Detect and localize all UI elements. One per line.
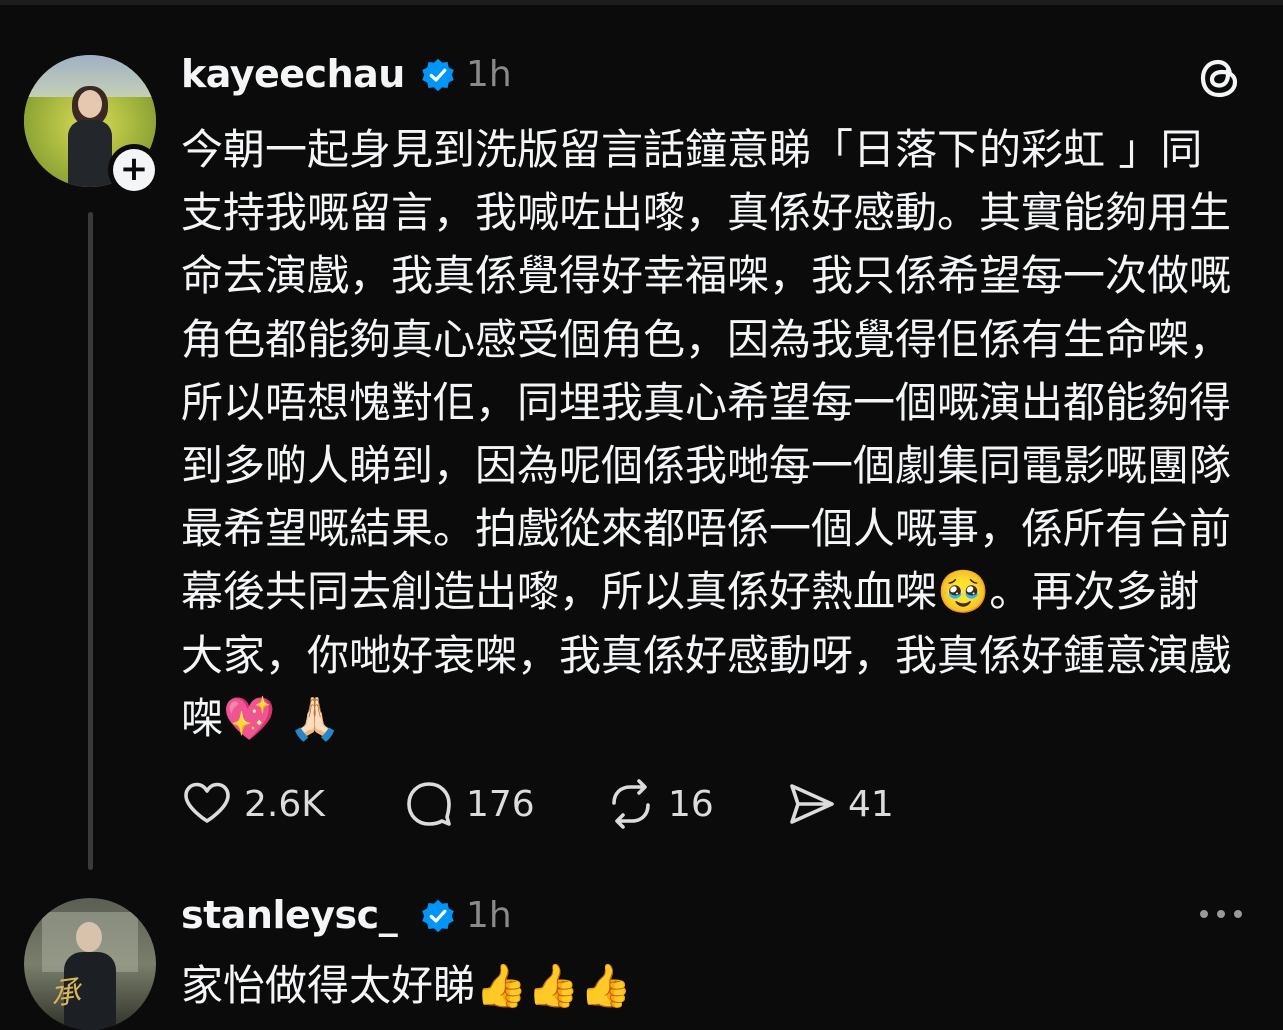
post-time: 1h xyxy=(466,54,512,95)
reply-button[interactable]: 176 xyxy=(402,776,535,832)
threads-logo-icon[interactable] xyxy=(1194,52,1246,104)
reply-time: 1h xyxy=(466,895,512,936)
like-count: 2.6K xyxy=(244,783,325,825)
avatar-signature: 承 xyxy=(48,974,83,1013)
post-body-text: 今朝一起身見到洗版留言話鐘意睇「日落下的彩虹 」同支持我嘅留言，我喊咗出嚟，真係… xyxy=(181,125,1232,743)
thread-connector-line xyxy=(88,212,93,870)
post-username[interactable]: kayeechau xyxy=(181,52,405,96)
reply-body-text: 家怡做得太好睇👍👍👍 xyxy=(181,961,632,1010)
repost-count: 16 xyxy=(668,783,714,825)
more-options-icon[interactable] xyxy=(1196,896,1246,932)
repost-icon xyxy=(612,779,650,829)
plus-icon: + xyxy=(113,149,155,191)
share-button[interactable]: 41 xyxy=(784,776,894,832)
comment-icon xyxy=(407,782,451,826)
avatar-stanleysc[interactable]: 承 xyxy=(24,898,156,1030)
verified-badge-icon xyxy=(422,899,454,933)
repost-button[interactable]: 16 xyxy=(604,776,714,832)
share-count: 41 xyxy=(848,783,894,825)
verified-badge-icon xyxy=(422,58,454,92)
reply-username[interactable]: stanleysc_ xyxy=(181,893,398,937)
like-button[interactable]: 2.6K xyxy=(180,776,325,832)
reply-count: 176 xyxy=(466,783,535,825)
follow-plus-button[interactable]: + xyxy=(108,144,160,196)
top-divider xyxy=(0,0,1283,5)
send-icon xyxy=(790,784,834,824)
heart-icon xyxy=(184,782,230,823)
